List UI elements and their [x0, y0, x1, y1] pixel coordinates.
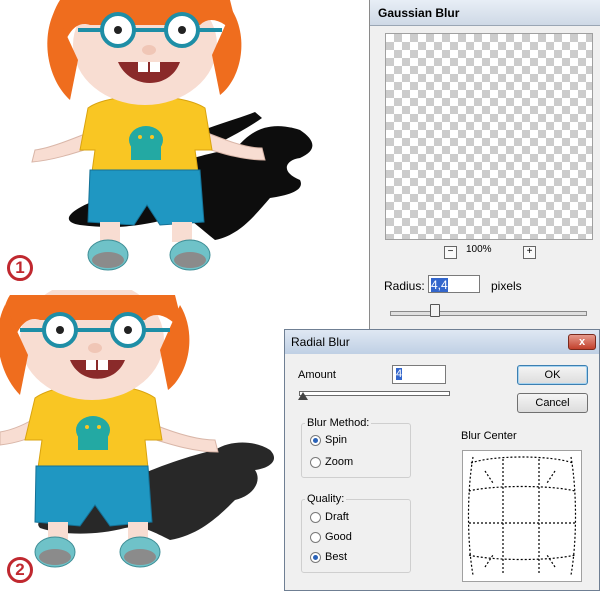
close-button[interactable]: x	[568, 334, 596, 350]
radius-value: 4,4	[431, 278, 448, 292]
amount-slider-thumb[interactable]	[298, 392, 308, 400]
good-label[interactable]: Good	[325, 531, 352, 543]
amount-input[interactable]: 4	[392, 365, 446, 384]
gaussian-blur-dialog: Gaussian Blur − 100% + Radius: 4,4 pixel…	[369, 0, 600, 331]
gaussian-blur-title: Gaussian Blur	[370, 0, 600, 26]
best-label[interactable]: Best	[325, 551, 347, 563]
gaussian-preview-area[interactable]	[385, 33, 593, 240]
monster-print-bottom	[76, 416, 110, 450]
blur-method-group	[301, 423, 411, 478]
amount-label: Amount	[298, 369, 336, 381]
zoom-level: 100%	[466, 244, 492, 255]
radius-label: Radius:	[384, 279, 425, 293]
blur-center-preview[interactable]	[462, 450, 582, 582]
blur-method-label: Blur Method:	[305, 417, 372, 429]
quality-label: Quality:	[305, 493, 347, 505]
spin-label[interactable]: Spin	[325, 434, 347, 446]
spin-radio[interactable]	[310, 435, 321, 446]
zoom-out-button[interactable]: −	[444, 246, 457, 259]
monster-print-top	[129, 126, 163, 160]
draft-radio[interactable]	[310, 512, 321, 523]
radius-input[interactable]: 4,4	[428, 275, 480, 293]
step-badge-2: 2	[7, 557, 33, 583]
blur-center-pattern	[467, 456, 577, 576]
zoom-label[interactable]: Zoom	[325, 456, 353, 468]
character-illustration-bottom	[0, 290, 275, 568]
character-illustration-top	[31, 0, 313, 271]
good-radio[interactable]	[310, 532, 321, 543]
blur-center-label: Blur Center	[461, 430, 517, 442]
step-badge-1: 1	[7, 255, 33, 281]
best-radio[interactable]	[310, 552, 321, 563]
zoom-radio[interactable]	[310, 457, 321, 468]
zoom-in-button[interactable]: +	[523, 246, 536, 259]
radius-unit: pixels	[491, 279, 522, 293]
radial-blur-dialog: Radial Blur x Amount 4 OK Cancel Blur Me…	[284, 329, 600, 591]
amount-slider-track[interactable]	[299, 391, 450, 396]
cancel-button[interactable]: Cancel	[517, 393, 588, 413]
draft-label[interactable]: Draft	[325, 511, 349, 523]
ok-button[interactable]: OK	[517, 365, 588, 385]
radius-slider-track[interactable]	[390, 311, 587, 316]
radius-slider-thumb[interactable]	[430, 304, 440, 317]
amount-value: 4	[396, 368, 403, 380]
radial-blur-title: Radial Blur	[285, 330, 599, 354]
